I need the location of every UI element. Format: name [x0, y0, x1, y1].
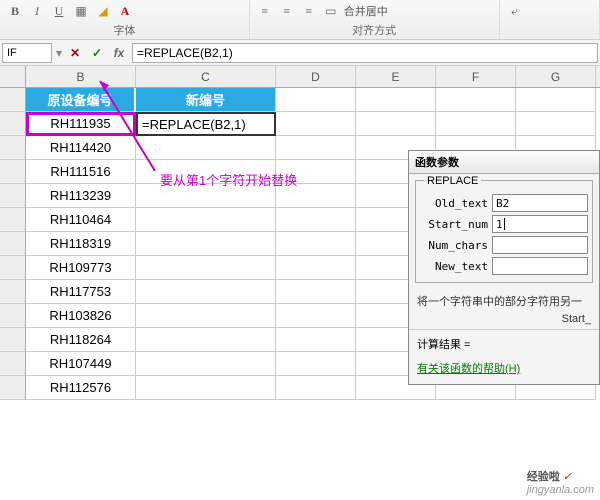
accept-formula-icon[interactable]: ✓ [88, 44, 106, 62]
name-box[interactable]: IF [2, 43, 52, 63]
merge-icon[interactable]: ▭ [322, 2, 340, 20]
ribbon: B I U ▦ ◢ A 字体 ≡ ≡ ≡ ▭ 合并居中 对齐方式 ⤶ [0, 0, 600, 40]
cell-b2[interactable]: RH111935 [26, 112, 136, 136]
param-input-new-text[interactable] [492, 257, 588, 275]
ribbon-group-font: B I U ▦ ◢ A 字体 [0, 0, 250, 39]
param-label-old-text: Old_text [420, 197, 492, 210]
cancel-formula-icon[interactable]: ✕ [66, 44, 84, 62]
param-label-start-num: Start_num [420, 218, 492, 231]
wrap-icon[interactable]: ⤶ [506, 2, 524, 20]
param-input-num-chars[interactable] [492, 236, 588, 254]
help-link[interactable]: 有关该函数的帮助(H) [417, 363, 520, 375]
table-row: 原设备编号 新编号 [0, 88, 600, 112]
align-group-label: 对齐方式 [250, 22, 499, 38]
merge-label: 合并居中 [344, 3, 388, 19]
function-arguments-dialog[interactable]: 函数参数 REPLACE Old_textB2 Start_num1 Num_c… [408, 150, 600, 385]
border-icon[interactable]: ▦ [72, 2, 90, 20]
annotation-text: 要从第1个字符开始替换 [160, 170, 297, 189]
col-header-f[interactable]: F [436, 66, 516, 87]
bold-icon[interactable]: B [6, 2, 24, 20]
header-cell-c[interactable]: 新编号 [136, 88, 276, 112]
header-cell-b[interactable]: 原设备编号 [26, 88, 136, 112]
col-header-c[interactable]: C [136, 66, 276, 87]
table-row: RH111935 =REPLACE(B2,1) [0, 112, 600, 136]
align-center-icon[interactable]: ≡ [278, 2, 296, 20]
col-header-d[interactable]: D [276, 66, 356, 87]
ribbon-group-align: ≡ ≡ ≡ ▭ 合并居中 对齐方式 [250, 0, 500, 39]
param-input-old-text[interactable]: B2 [492, 194, 588, 212]
ribbon-group-wrap: ⤶ [500, 0, 600, 39]
underline-icon[interactable]: U [50, 2, 68, 20]
fill-color-icon[interactable]: ◢ [94, 2, 112, 20]
col-header-e[interactable]: E [356, 66, 436, 87]
dialog-description: 将一个字符串中的部分字符用另一 Start_ [409, 289, 599, 329]
formula-input[interactable]: =REPLACE(B2,1) [132, 43, 598, 63]
watermark: 经验啦 ✓ jingyanla.com [527, 468, 594, 496]
dropdown-icon[interactable]: ▾ [56, 46, 62, 60]
fx-icon[interactable]: fx [110, 44, 128, 62]
col-header-b[interactable]: B [26, 66, 136, 87]
align-left-icon[interactable]: ≡ [256, 2, 274, 20]
col-header-g[interactable]: G [516, 66, 596, 87]
cell-c2[interactable]: =REPLACE(B2,1) [136, 112, 276, 136]
italic-icon[interactable]: I [28, 2, 46, 20]
font-color-icon[interactable]: A [116, 2, 134, 20]
param-label-new-text: New_text [420, 260, 492, 273]
function-name-legend: REPLACE [424, 175, 481, 187]
param-label-num-chars: Num_chars [420, 239, 492, 252]
dialog-title: 函数参数 [409, 151, 599, 174]
column-headers: B C D E F G [0, 66, 600, 88]
formula-bar: IF ▾ ✕ ✓ fx =REPLACE(B2,1) [0, 40, 600, 66]
param-input-start-num[interactable]: 1 [492, 215, 588, 233]
font-group-label: 字体 [0, 22, 249, 38]
align-right-icon[interactable]: ≡ [300, 2, 318, 20]
dialog-result: 计算结果 = [409, 329, 599, 358]
